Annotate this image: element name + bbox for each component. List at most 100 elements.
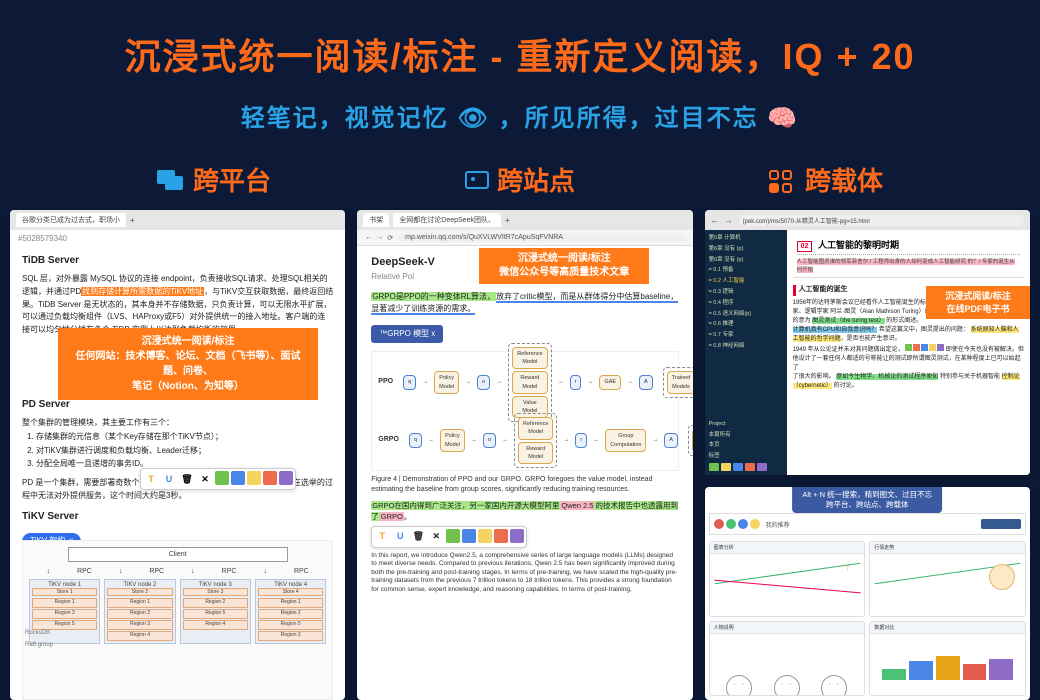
outline-item[interactable]: = 0.1 预备 xyxy=(709,266,783,275)
browser-chrome: 书架 全网都在讨论DeepSeek团队、 + xyxy=(357,210,692,230)
outline-item[interactable]: = 0.5 语义网络(p) xyxy=(709,310,783,319)
delete-button[interactable]: 🗑 xyxy=(410,529,426,545)
color-swatch-yellow[interactable] xyxy=(478,529,492,543)
underline-button[interactable]: U xyxy=(161,471,177,487)
face-icon xyxy=(774,675,800,696)
card-chart[interactable]: 数据对比 xyxy=(869,621,1026,697)
highlight-pink[interactable]: Qwen 2.5 xyxy=(560,501,594,510)
highlight-blue[interactable]: 计算机真有CPU和自我意识吗？ xyxy=(793,327,878,333)
outline-item[interactable]: = 0.3 逻辑 xyxy=(709,288,783,297)
highlight-green[interactable]: 图灵测试（the turing test） xyxy=(812,318,884,324)
new-tab-button[interactable]: + xyxy=(130,216,135,225)
color-swatches-inline[interactable] xyxy=(905,344,944,351)
color-swatch-blue[interactable] xyxy=(462,529,476,543)
feature-cross-platform: 跨平台 xyxy=(157,161,271,198)
color-swatch-purple[interactable] xyxy=(510,529,524,543)
faces-row xyxy=(710,634,865,697)
pdf-page: 02 人工智能的黎明时期 人工智能图灵谁的领军菲舍尔 / 工程师出身的人如何变成… xyxy=(787,230,1030,475)
article-body: DeepSeek-V RPO（Group Relative Pol GRPO是P… xyxy=(357,246,692,602)
color-swatch-orange[interactable] xyxy=(494,529,508,543)
tikv-node: TiKV node 2 Store 2 Region 1 Region 2 Re… xyxy=(104,579,175,644)
paragraph: GRPO是PPO的一种变体RL算法，放弃了critic模型，而是从群体得分中估算… xyxy=(371,291,678,315)
arrow-down-icon: ↓ xyxy=(119,568,123,575)
outline-item[interactable]: = 0.6 推理 xyxy=(709,320,783,329)
outline-item[interactable]: 标签 xyxy=(709,452,783,461)
outline-item[interactable]: 本篇所有 xyxy=(709,431,783,440)
underline-button[interactable]: U xyxy=(392,529,408,545)
outline-item[interactable]: Project xyxy=(709,420,783,429)
outline-item[interactable]: = 0.4 程序 xyxy=(709,299,783,308)
feature-label: 跨平台 xyxy=(193,161,271,198)
paragraph: 整个集群的管理模块，其主要工作有三个： xyxy=(22,417,333,430)
delete-button[interactable]: 🗑 xyxy=(179,471,195,487)
color-swatch-blue[interactable] xyxy=(231,471,245,485)
highlight-pink[interactable]: 人工智能图灵谁的领军菲舍尔 / 工程师出身的人如何变成人工智能研究 的？/ 专家… xyxy=(797,259,1015,273)
chapter-number: 02 xyxy=(797,241,813,252)
text-style-button[interactable]: T xyxy=(143,471,159,487)
toolbar-dot[interactable] xyxy=(738,519,748,529)
feature-cross-site: 跨站点 xyxy=(465,161,575,198)
highlight-green[interactable]: GRPO是PPO的一种变体RL算法， xyxy=(371,292,496,301)
outline-item[interactable]: = 0.7 专家 xyxy=(709,331,783,340)
remove-tag-icon[interactable]: x xyxy=(431,329,435,338)
outline-item[interactable]: 第6章 没有 (p) xyxy=(709,245,783,254)
feature-label: 跨载体 xyxy=(805,161,883,198)
toolbar-dot[interactable] xyxy=(714,519,724,529)
new-tab-button[interactable]: + xyxy=(505,216,510,225)
tikv-node: TiKV node 3 Store 3 Region 2 Region 5 Re… xyxy=(180,579,251,644)
feature-cross-media: 跨载体 xyxy=(769,161,883,198)
color-swatch-orange[interactable] xyxy=(263,471,277,485)
page-subtitle: 轻笔记，视觉记忆 👁 ，所见所得，过目不忘 🧠 xyxy=(0,80,1040,133)
tab-label[interactable]: 我的推荐 xyxy=(766,520,979,529)
callout-annotation: 沉浸式统一阅读/标注 微信公众号等高质量技术文章 xyxy=(479,248,649,284)
highlight-green[interactable]: GRPO在国内得到广泛关注，另一家国内开源大模型阿里 xyxy=(371,501,560,510)
color-swatch-yellow[interactable] xyxy=(247,471,261,485)
model-diagram: PPO q → Policy Model → o → Reference Mod… xyxy=(371,351,678,471)
model-tag[interactable]: ™GRPO 模型 x xyxy=(371,325,443,343)
outline-item-active[interactable]: = 0.2 人工智能 xyxy=(709,277,783,286)
toolbar-dot[interactable] xyxy=(750,519,760,529)
list-item: 存储集群的元信息（某个Key存储在那个TiKV节点）； xyxy=(36,431,333,444)
panel-search-dashboard: Alt + N 统一搜索，精到图文、过目不忘 跨平台、跨站点、跨载体 我的推荐 … xyxy=(705,487,1030,700)
outline-item[interactable]: = 0.8 神经网络 xyxy=(709,342,783,351)
chapter-title: 人工智能的黎明时期 xyxy=(818,240,899,250)
text-style-button[interactable]: T xyxy=(374,529,390,545)
card-chart[interactable]: 行情走势 xyxy=(869,541,1026,617)
highlight-green[interactable]: 意如今生物学、机械论的测试程序原知 xyxy=(836,374,938,380)
highlight-orange[interactable]: 找到存储计算所需数据的TiKV地址 xyxy=(81,287,204,296)
diagram-labels: RocksDB Raft group xyxy=(25,627,53,651)
highlight-toolbar[interactable]: T U 🗑 ✕ xyxy=(371,526,527,548)
browser-tab[interactable]: 全网都在讨论DeepSeek团队、 xyxy=(393,213,501,227)
outline-item[interactable]: 本页 xyxy=(709,441,783,450)
stack-icon xyxy=(157,170,185,190)
dashboard-toolbar[interactable]: 我的推荐 xyxy=(709,513,1026,535)
panels-row: 谷歌分类已成为过去式，职场小 + #5028579340 TiDB Server… xyxy=(0,210,1040,700)
card-people[interactable]: 人物说明 xyxy=(709,621,866,697)
date-chip[interactable] xyxy=(981,519,1021,529)
outline-item[interactable]: 第5章 计算机 xyxy=(709,234,783,243)
color-swatch-purple[interactable] xyxy=(279,471,293,485)
callout-annotation: 沉浸式阅读/标注 在线PDF电子书 xyxy=(926,286,1030,319)
article-body: TiDB Server SQL 层，对外暴露 MySQL 协议的连接 endpo… xyxy=(10,253,345,550)
list-item: 对TiKV集群进行调度和负载均衡、Leader迁移； xyxy=(36,445,333,458)
features-row: 跨平台 跨站点 跨载体 xyxy=(0,133,1040,210)
ordered-list: 存储集群的元信息（某个Key存储在那个TiKV节点）； 对TiKV集群进行调度和… xyxy=(36,431,333,471)
outline-item[interactable]: 第6章 没有 (p) xyxy=(709,256,783,265)
card-chart[interactable]: 图表分析 xyxy=(709,541,866,617)
toolbar-dot[interactable] xyxy=(726,519,736,529)
eye-icon: 👁 xyxy=(457,105,489,132)
callout-annotation: 沉浸式统一阅读/标注 任何网站：技术博客、论坛、文档（飞书等）、面试题、问卷、 … xyxy=(58,328,318,400)
close-button[interactable]: ✕ xyxy=(428,529,444,545)
highlight-toolbar[interactable]: T U 🗑 ✕ xyxy=(140,468,296,490)
color-swatch-green[interactable] xyxy=(215,471,229,485)
color-swatch-green[interactable] xyxy=(446,529,460,543)
browser-tab[interactable]: 书架 xyxy=(363,213,389,227)
pdf-outline[interactable]: 第5章 计算机 第6章 没有 (p) 第6章 没有 (p) = 0.1 预备 =… xyxy=(705,230,787,475)
face-icon xyxy=(821,675,847,696)
browser-tab[interactable]: 谷歌分类已成为过去式，职场小 xyxy=(16,213,126,227)
url-bar[interactable]: ←→⟳ mp.weixin.qq.com/s/QuXVLWVItR7cApuSq… xyxy=(357,230,692,246)
tag-icons xyxy=(709,463,783,471)
close-button[interactable]: ✕ xyxy=(197,471,213,487)
figure-caption: Figure 4 | Demonstration of PPO and our … xyxy=(371,475,678,496)
subtitle-text-1: 轻笔记，视觉记忆 xyxy=(241,105,458,132)
